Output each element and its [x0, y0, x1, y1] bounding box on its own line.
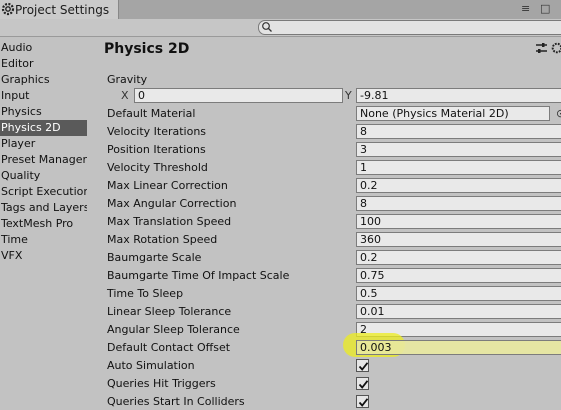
checkmark-icon	[358, 362, 369, 371]
page-title: Physics 2D	[104, 41, 190, 57]
velocity-threshold-field[interactable]: 1	[356, 160, 561, 175]
position-iterations-field[interactable]: 3	[356, 142, 561, 157]
default-material-field[interactable]: None (Physics Material 2D)	[356, 106, 550, 121]
setting-label: Position Iterations	[107, 143, 206, 156]
preset-icon[interactable]	[535, 42, 548, 55]
setting-label: Velocity Threshold	[107, 161, 208, 174]
baumgarte-toi-scale-field[interactable]: 0.75	[356, 268, 561, 283]
sidebar-item-time[interactable]: Time	[0, 232, 87, 248]
toolbar	[0, 19, 561, 37]
max-linear-correction-field[interactable]: 0.2	[356, 178, 561, 193]
sidebar-item-input[interactable]: Input	[0, 88, 87, 104]
setting-label: Time To Sleep	[107, 287, 184, 300]
gravity-x-field[interactable]: 0	[134, 88, 343, 103]
setting-label: Default Contact Offset	[107, 341, 231, 354]
gravity-x-label: X	[121, 89, 129, 102]
sidebar-item-textmesh-pro[interactable]: TextMesh Pro	[0, 216, 87, 232]
setting-label: Max Rotation Speed	[107, 233, 218, 246]
setting-label: Linear Sleep Tolerance	[107, 305, 232, 318]
search-icon	[262, 22, 272, 32]
checkmark-icon	[358, 380, 369, 389]
sidebar-item-script-execution-order[interactable]: Script Execution Order	[0, 184, 87, 200]
baumgarte-scale-field[interactable]: 0.2	[356, 250, 561, 265]
maximize-icon[interactable]: □	[540, 2, 550, 16]
max-rotation-speed-field[interactable]: 360	[356, 232, 561, 247]
toggle-label: Queries Hit Triggers	[107, 377, 216, 390]
toggle-label: Auto Simulation	[107, 359, 195, 372]
settings-gear-icon[interactable]	[551, 42, 561, 54]
sidebar-item-graphics[interactable]: Graphics	[0, 72, 87, 88]
sidebar-item-audio[interactable]: Audio	[0, 40, 87, 56]
gravity-label: Gravity	[107, 73, 148, 86]
queries-start-in-colliders-checkbox[interactable]	[356, 395, 369, 408]
time-to-sleep-field[interactable]: 0.5	[356, 286, 561, 301]
menu-icon[interactable]: ≡	[521, 2, 530, 16]
project-settings-tab[interactable]: Project Settings	[0, 0, 119, 19]
sidebar-item-physics-2d[interactable]: Physics 2D	[0, 120, 87, 136]
sidebar-item-tags-and-layers[interactable]: Tags and Layers	[0, 200, 87, 216]
default-contact-offset-field[interactable]: 0.003	[356, 340, 561, 355]
gravity-y-label: Y	[345, 89, 352, 102]
gravity-y-field[interactable]: -9.81	[356, 88, 561, 103]
max-angular-correction-field[interactable]: 8	[356, 196, 561, 211]
setting-label: Velocity Iterations	[107, 125, 207, 138]
max-translation-speed-field[interactable]: 100	[356, 214, 561, 229]
sidebar-item-player[interactable]: Player	[0, 136, 87, 152]
setting-label: Baumgarte Time Of Impact Scale	[107, 269, 290, 282]
sidebar-item-physics[interactable]: Physics	[0, 104, 87, 120]
setting-label: Default Material	[107, 107, 196, 120]
window-title: Project Settings	[15, 3, 110, 17]
sidebar-item-preset-manager[interactable]: Preset Manager	[0, 152, 87, 168]
velocity-iterations-field[interactable]: 8	[356, 124, 561, 139]
sidebar-item-editor[interactable]: Editor	[0, 56, 87, 72]
sidebar-item-quality[interactable]: Quality	[0, 168, 87, 184]
object-picker-icon[interactable]: ⊙	[556, 107, 561, 120]
title-bar: Project Settings ≡ □	[0, 0, 561, 19]
search-input[interactable]	[258, 20, 561, 35]
queries-hit-triggers-checkbox[interactable]	[356, 377, 369, 390]
auto-simulation-checkbox[interactable]	[356, 359, 369, 372]
setting-label: Max Translation Speed	[107, 215, 232, 228]
setting-label: Max Angular Correction	[107, 197, 237, 210]
sidebar-item-vfx[interactable]: VFX	[0, 248, 87, 264]
linear-sleep-tolerance-field[interactable]: 0.01	[356, 304, 561, 319]
gear-icon	[1, 2, 15, 16]
checkmark-icon	[358, 398, 369, 407]
setting-label: Angular Sleep Tolerance	[107, 323, 240, 336]
toggle-label: Queries Start In Colliders	[107, 395, 245, 408]
setting-label: Max Linear Correction	[107, 179, 228, 192]
setting-label: Baumgarte Scale	[107, 251, 202, 264]
